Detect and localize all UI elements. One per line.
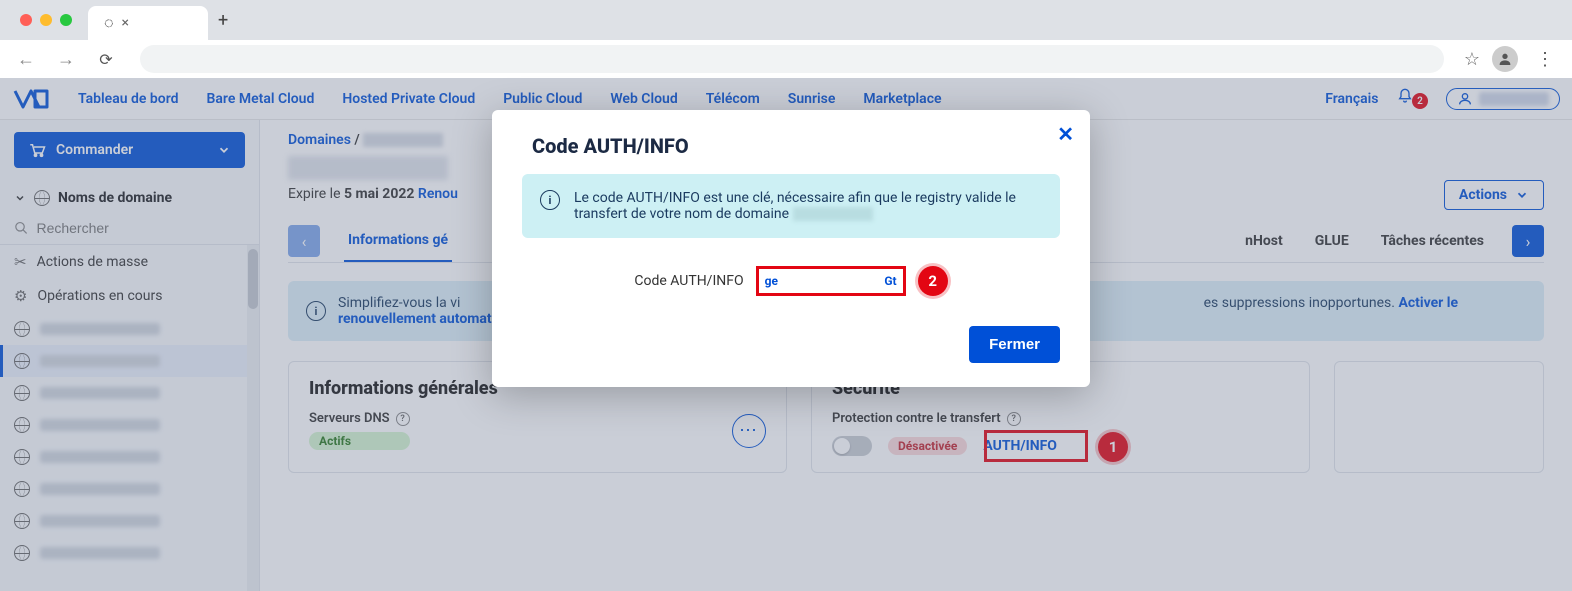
bookmark-icon[interactable]: ☆ <box>1464 49 1480 70</box>
modal-title: Code AUTH/INFO <box>532 134 1050 158</box>
info-icon: i <box>540 190 560 210</box>
code-prefix: ge <box>765 274 778 288</box>
modal-footer: Fermer <box>492 314 1090 387</box>
browser-tab[interactable]: ◌ × <box>88 6 208 40</box>
modal-header: Code AUTH/INFO <box>492 110 1090 164</box>
window-maximize-button[interactable] <box>60 14 72 26</box>
authinfo-modal: ✕ Code AUTH/INFO i Le code AUTH/INFO est… <box>492 110 1090 387</box>
tab-close-icon[interactable]: × <box>122 15 129 31</box>
new-tab-button[interactable]: + <box>208 10 238 31</box>
window-minimize-button[interactable] <box>40 14 52 26</box>
close-button[interactable]: Fermer <box>969 326 1060 363</box>
back-button[interactable]: ← <box>12 49 40 70</box>
modal-info-text: Le code AUTH/INFO est une clé, nécessair… <box>574 190 1042 222</box>
url-input[interactable] <box>140 45 1444 73</box>
browser-menu-icon[interactable]: ⋮ <box>1530 49 1560 70</box>
url-bar: ← → ⟳ ☆ ⋮ <box>0 40 1572 78</box>
window-controls <box>8 14 72 26</box>
profile-avatar[interactable] <box>1492 46 1518 72</box>
modal-domain-blur <box>793 207 873 221</box>
auth-code-label: Code AUTH/INFO <box>634 273 743 289</box>
modal-close-button[interactable]: ✕ <box>1057 122 1074 146</box>
modal-info-banner: i Le code AUTH/INFO est une clé, nécessa… <box>522 174 1060 238</box>
reload-button[interactable]: ⟳ <box>92 50 120 69</box>
tab-favicon: ◌ <box>104 13 114 33</box>
annotation-badge-2: 2 <box>918 266 948 296</box>
browser-chrome: ◌ × + ← → ⟳ ☆ ⋮ <box>0 0 1572 78</box>
auth-code-value-box[interactable]: ge Gt <box>756 266 906 296</box>
code-suffix: Gt <box>884 274 896 288</box>
tab-bar: ◌ × + <box>0 0 1572 40</box>
window-close-button[interactable] <box>20 14 32 26</box>
person-icon <box>1497 51 1513 67</box>
forward-button[interactable]: → <box>52 49 80 70</box>
auth-code-row: Code AUTH/INFO ge Gt 2 <box>492 248 1090 314</box>
